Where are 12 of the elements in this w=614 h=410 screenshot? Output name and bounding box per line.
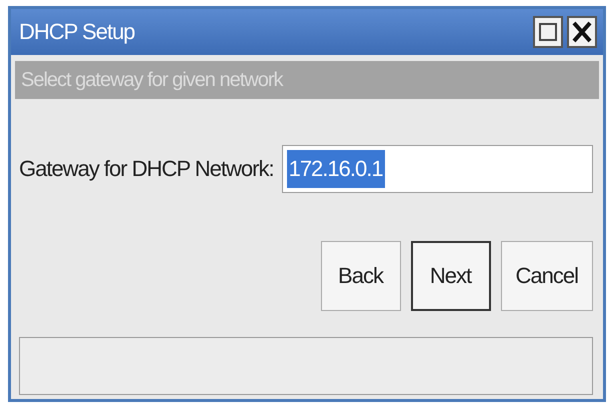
close-icon (572, 21, 592, 43)
close-button[interactable] (567, 16, 597, 48)
maximize-icon (539, 23, 557, 41)
window-title: DHCP Setup (19, 19, 135, 45)
maximize-button[interactable] (533, 16, 563, 48)
selected-text: 172.16.0.1 (286, 150, 385, 188)
dialog-button[interactable]: Back (320, 241, 401, 311)
section-header: Select gateway for given network (15, 61, 599, 99)
input-field[interactable]: 172.16.0.1 (282, 145, 593, 193)
dialog-button[interactable]: Next (410, 241, 491, 311)
dialog-button[interactable]: Cancel (500, 241, 593, 311)
field-label: Gateway for DHCP Network: (19, 156, 274, 182)
